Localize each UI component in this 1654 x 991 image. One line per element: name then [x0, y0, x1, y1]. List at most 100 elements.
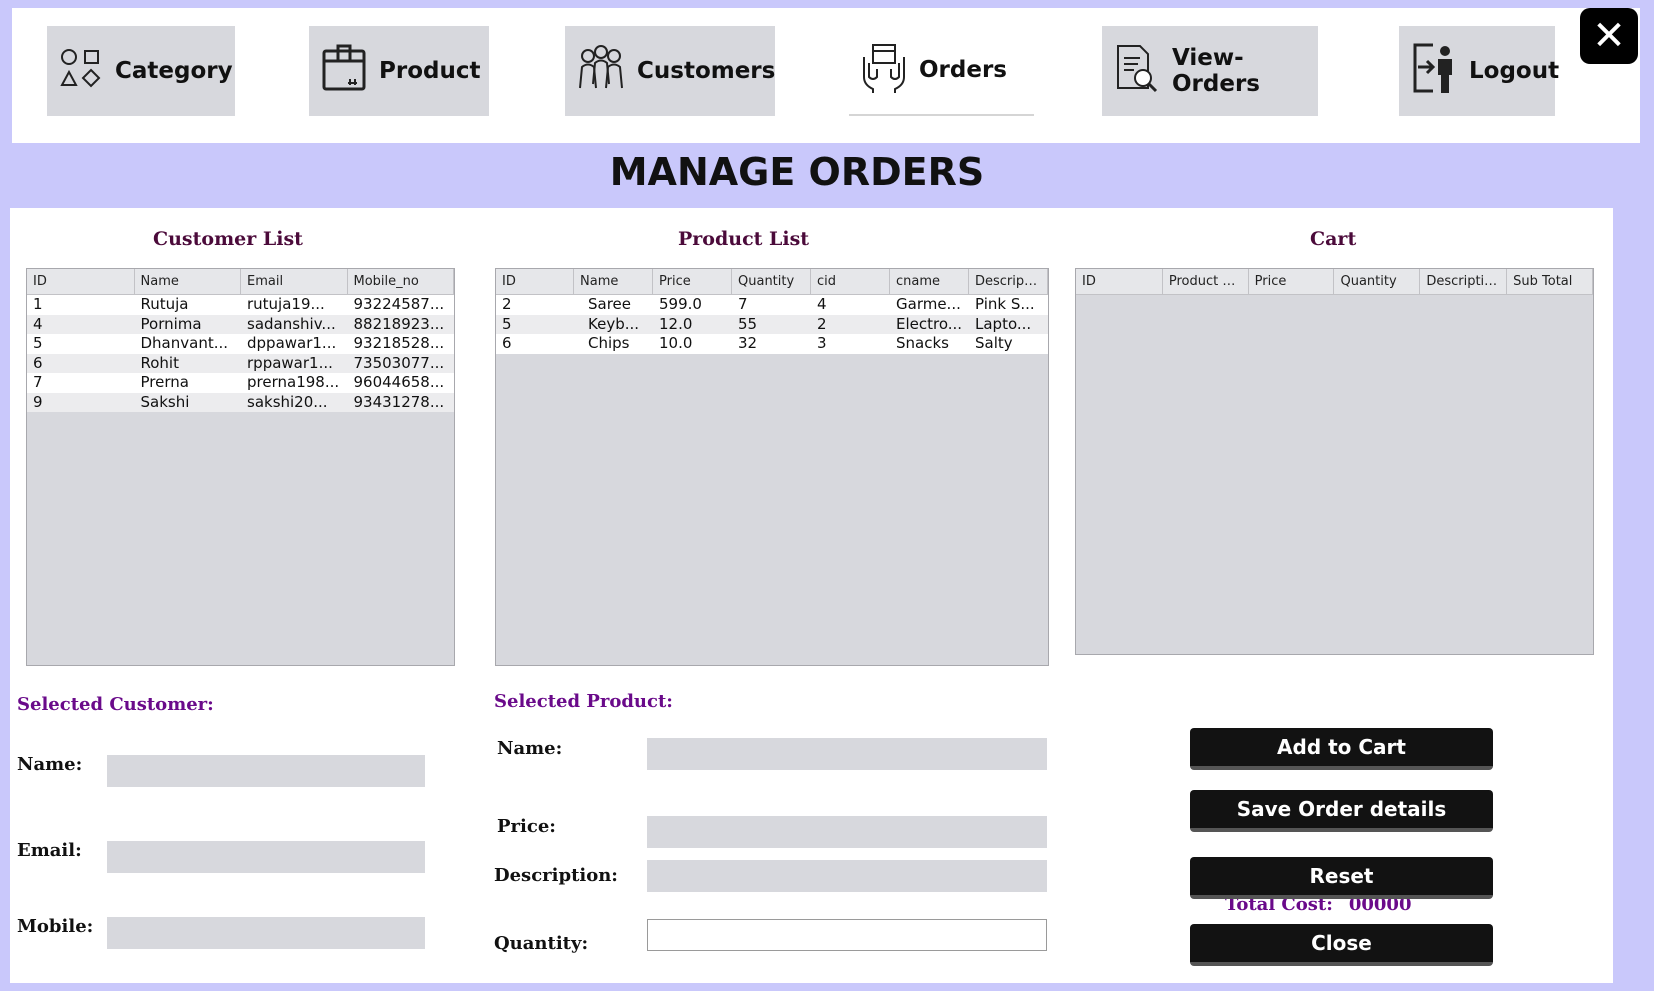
save-order-details-button[interactable]: Save Order details: [1190, 790, 1493, 832]
customer-table[interactable]: ID Name Email Mobile_no 1 Rutuja rutuja1…: [26, 268, 455, 666]
table-cell: Electro...: [896, 314, 963, 333]
table-cell: Garme...: [896, 295, 961, 313]
table-cell: Sakshi: [140, 392, 190, 411]
column-header[interactable]: Description: [1420, 269, 1508, 294]
table-row[interactable]: 6 Chips 10.0 32 3 Snacks Salty: [496, 334, 1048, 354]
nav-category-label: Category: [115, 58, 233, 84]
table-cell: Rohit: [140, 353, 179, 372]
product-quantity-field[interactable]: [647, 919, 1047, 951]
table-cell: Salty: [975, 334, 1013, 352]
product-description-label: Description:: [494, 865, 618, 886]
table-cell: 6: [33, 353, 43, 372]
table-cell: Snacks: [896, 334, 949, 352]
table-row[interactable]: 4 Pornima sadanshiv... 88218923...: [27, 314, 454, 334]
column-header[interactable]: Name: [574, 269, 653, 294]
customer-table-body: 1 Rutuja rutuja19... 93224587... 4 Porni…: [27, 295, 454, 412]
customer-name-field[interactable]: [107, 755, 425, 787]
column-header[interactable]: Quantity: [1334, 269, 1421, 294]
table-cell: rppawar1...: [247, 353, 333, 372]
nav-view-orders-button[interactable]: View-Orders: [1102, 26, 1318, 116]
orders-hands-box-icon: [861, 41, 907, 99]
product-description-field[interactable]: [647, 860, 1047, 892]
table-row[interactable]: 2 Saree 599.0 7 4 Garme... Pink S...: [496, 295, 1048, 315]
column-header[interactable]: cname: [890, 269, 969, 294]
product-name-field[interactable]: [647, 738, 1047, 770]
table-row[interactable]: 1 Rutuja rutuja19... 93224587...: [27, 295, 454, 315]
table-cell: 5: [33, 334, 43, 352]
table-cell: 88218923...: [353, 314, 445, 333]
table-cell: Pink S...: [975, 295, 1035, 313]
reset-button[interactable]: Reset: [1190, 857, 1493, 899]
view-orders-document-icon: [1114, 42, 1160, 100]
table-row[interactable]: 6 Rohit rppawar1... 73503077...: [27, 353, 454, 373]
nav-category-button[interactable]: Category: [47, 26, 235, 116]
table-cell: Saree: [588, 295, 632, 313]
table-cell: 7: [33, 373, 43, 391]
table-cell: 2: [502, 295, 512, 313]
table-row[interactable]: 5 Keyb... 12.0 55 2 Electro... Lapto...: [496, 314, 1048, 334]
table-cell: 4: [817, 295, 827, 313]
table-cell: Rutuja: [140, 295, 189, 313]
table-cell: 6: [502, 334, 512, 352]
close-window-button[interactable]: ✕: [1580, 8, 1638, 64]
table-cell: 1: [33, 295, 43, 313]
column-header[interactable]: Product N...: [1163, 269, 1249, 294]
table-cell: 55: [738, 314, 758, 333]
table-cell: Pornima: [140, 314, 202, 333]
selected-customer-heading: Selected Customer:: [17, 694, 214, 715]
nav-logout-label: Logout: [1469, 58, 1560, 84]
page-title: MANAGE ORDERS: [609, 150, 985, 194]
table-cell: 73503077...: [353, 353, 445, 372]
table-row[interactable]: 9 Sakshi sakshi20... 93431278...: [27, 392, 454, 412]
cart-table[interactable]: ID Product N... Price Quantity Descripti…: [1075, 268, 1594, 655]
product-box-icon: [321, 43, 367, 99]
table-cell: 2: [817, 314, 827, 333]
table-cell: 4: [33, 314, 43, 333]
selected-product-heading: Selected Product:: [494, 691, 673, 712]
table-cell: prerna198...: [247, 373, 340, 391]
nav-customers-label: Customers: [637, 58, 776, 84]
customer-list-title: Customer List: [153, 228, 303, 250]
column-header[interactable]: cid: [811, 269, 890, 294]
column-header[interactable]: ID: [27, 269, 135, 294]
product-price-field[interactable]: [647, 816, 1047, 848]
nav-orders-button[interactable]: Orders: [849, 26, 1034, 116]
column-header[interactable]: Price: [653, 269, 732, 294]
table-cell: 93224587...: [353, 295, 445, 313]
table-cell: Prerna: [140, 373, 189, 391]
table-cell: 93431278...: [353, 392, 445, 411]
column-header[interactable]: Name: [135, 269, 241, 294]
column-header[interactable]: ID: [1076, 269, 1163, 294]
customer-name-label: Name:: [17, 754, 83, 775]
column-header[interactable]: Mobile_no: [348, 269, 454, 294]
table-row[interactable]: 7 Prerna prerna198... 96044658...: [27, 373, 454, 393]
customer-table-header: ID Name Email Mobile_no: [27, 269, 454, 295]
add-to-cart-button[interactable]: Add to Cart: [1190, 728, 1493, 770]
nav-product-button[interactable]: Product: [309, 26, 489, 116]
customer-email-field[interactable]: [107, 841, 425, 873]
customers-group-icon: [577, 43, 625, 99]
table-cell: 10.0: [659, 334, 693, 352]
table-cell: rutuja19...: [247, 295, 325, 313]
column-header[interactable]: Email: [241, 269, 348, 294]
category-icon: [59, 46, 103, 96]
table-row[interactable]: 5 Dhanvant... dppawar1... 93218528...: [27, 334, 454, 354]
table-cell: Lapto...: [975, 314, 1032, 333]
table-cell: dppawar1...: [247, 334, 337, 352]
customer-mobile-field[interactable]: [107, 917, 425, 949]
close-button[interactable]: Close: [1190, 924, 1493, 966]
top-nav-bar: Category Product Customers Orders View-O…: [12, 8, 1640, 143]
nav-customers-button[interactable]: Customers: [565, 26, 775, 116]
column-header[interactable]: Sub Total: [1507, 269, 1593, 294]
product-list-title: Product List: [678, 228, 810, 250]
column-header[interactable]: Descripti...: [969, 269, 1048, 294]
column-header[interactable]: Price: [1249, 269, 1335, 294]
product-quantity-label: Quantity:: [494, 933, 589, 954]
product-name-label: Name:: [497, 738, 563, 759]
logout-door-icon: [1411, 41, 1457, 101]
product-table[interactable]: ID Name Price Quantity cid cname Descrip…: [495, 268, 1049, 666]
column-header[interactable]: ID: [496, 269, 574, 294]
cart-table-header: ID Product N... Price Quantity Descripti…: [1076, 269, 1593, 295]
column-header[interactable]: Quantity: [732, 269, 811, 294]
nav-logout-button[interactable]: Logout: [1399, 26, 1559, 116]
